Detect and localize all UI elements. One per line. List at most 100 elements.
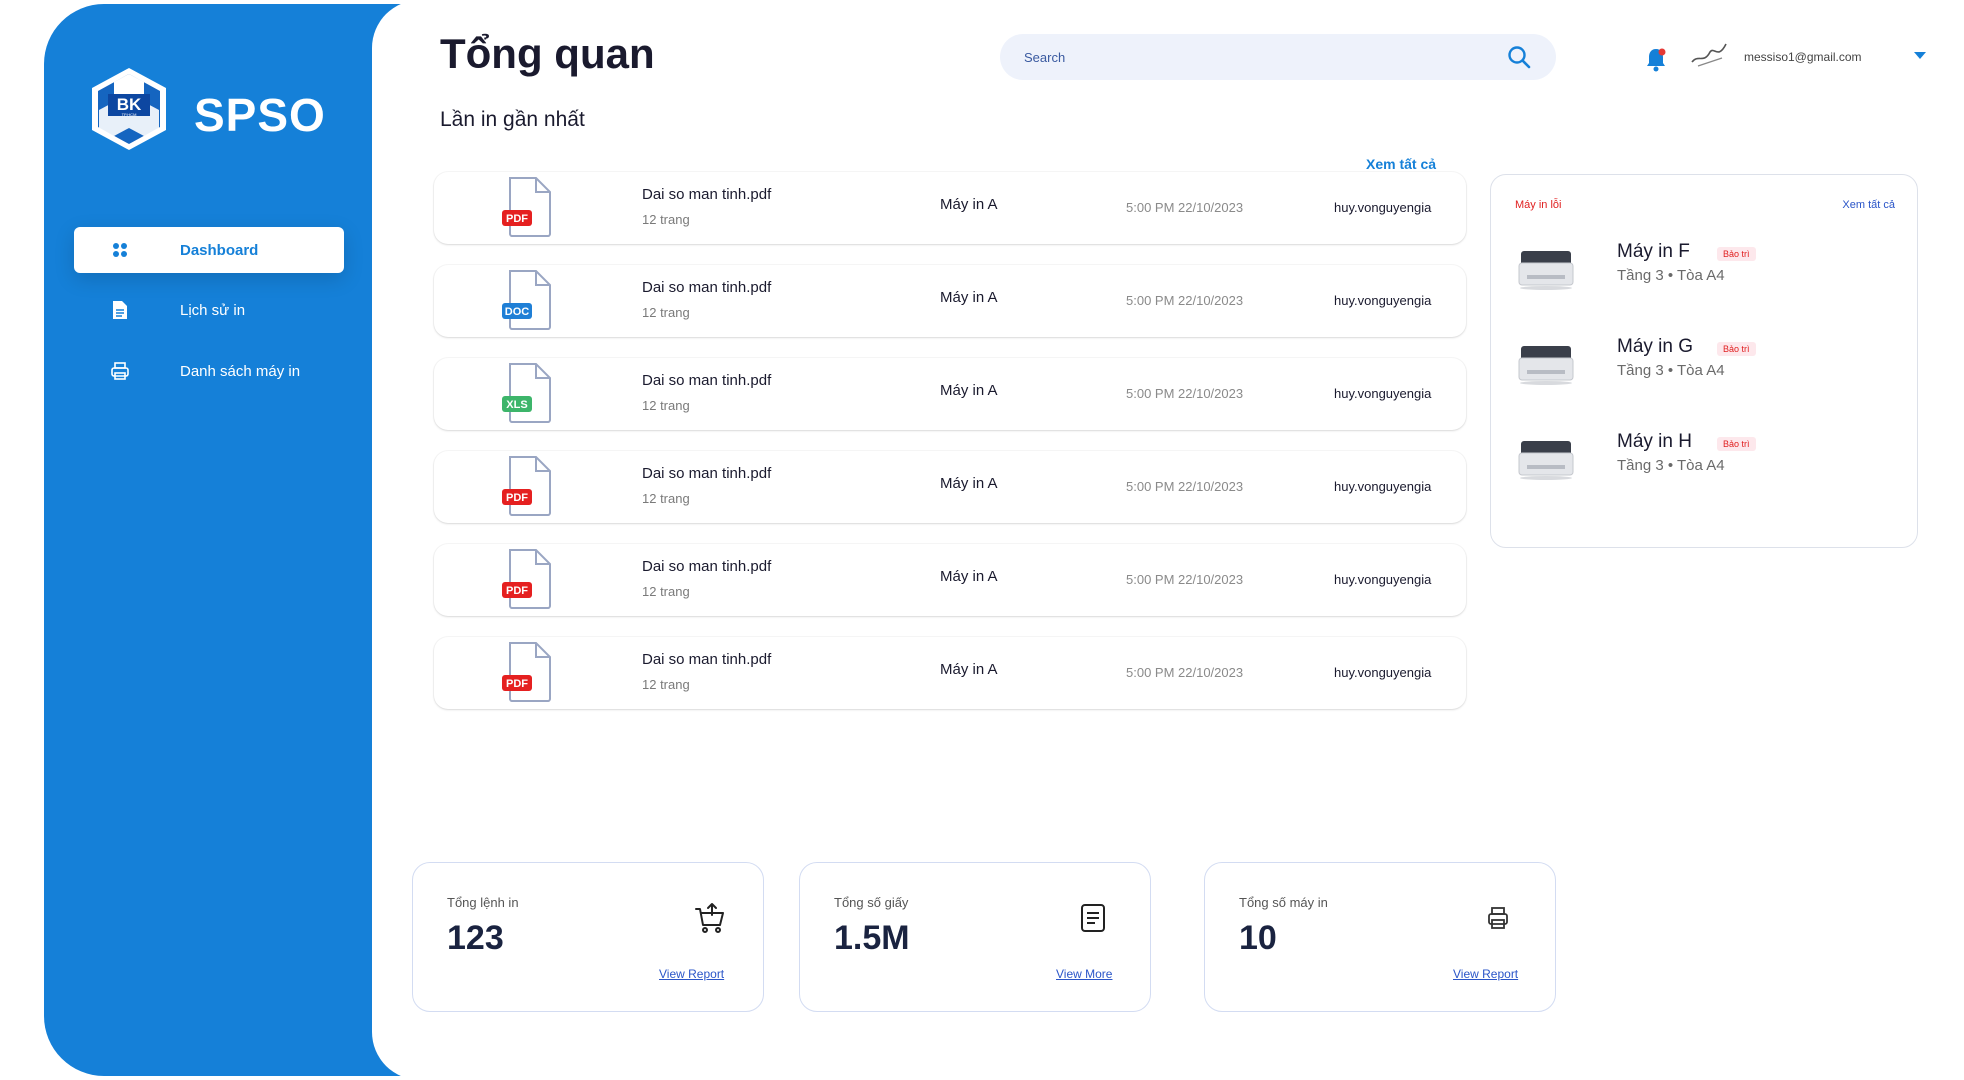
- page-count: 12 trang: [642, 677, 690, 692]
- file-name: Dai so man tinh.pdf: [642, 465, 772, 482]
- stat-value: 1.5M: [834, 919, 910, 957]
- printer-name: Máy in A: [940, 382, 998, 399]
- bell-icon[interactable]: [1644, 46, 1668, 72]
- sidebar-item-label: Danh sách máy in: [180, 362, 301, 380]
- file-pdf-icon: PDF: [502, 642, 551, 702]
- print-time: 5:00 PM 22/10/2023: [1126, 479, 1244, 494]
- table-row[interactable]: XLS Dai so man tinh.pdf 12 trang Máy in A 5:…: [434, 358, 1466, 430]
- table-row[interactable]: PDF Dai so man tinh.pdf 12 trang Máy in A 5:…: [434, 451, 1466, 523]
- see-all-recent-link[interactable]: Xem tất cả: [1366, 156, 1436, 172]
- printer-name: Máy in A: [940, 475, 998, 492]
- file-name: Dai so man tinh.pdf: [642, 279, 772, 296]
- error-printer-item[interactable]: Máy in F Bảo trì Tầng 3 • Tòa A4: [1517, 241, 1897, 301]
- brand-name: SPSO: [194, 89, 326, 141]
- stat-card-printers: Tổng số máy in 10 View Report: [1204, 862, 1556, 1012]
- paper-icon: [1081, 904, 1105, 932]
- print-user: huy.vonguyengia: [1334, 479, 1432, 494]
- printer-name: Máy in A: [940, 289, 998, 306]
- stat-label: Tổng số máy in: [1239, 895, 1328, 910]
- printer-name: Máy in A: [940, 196, 998, 213]
- printer-name: Máy in G: [1617, 336, 1694, 357]
- print-time: 5:00 PM 22/10/2023: [1126, 293, 1244, 308]
- table-row[interactable]: DOC Dai so man tinh.pdf 12 trang Máy in A 5:…: [434, 265, 1466, 337]
- page-count: 12 trang: [642, 212, 690, 227]
- stat-card-print-jobs: Tổng lệnh in 123 View Report: [412, 862, 764, 1012]
- error-panel-title: Máy in lỗi: [1515, 199, 1562, 211]
- cart-icon: [695, 903, 724, 933]
- chevron-down-icon[interactable]: [1914, 52, 1926, 60]
- file-pdf-icon: PDF: [502, 456, 551, 516]
- sidebar-item-printers[interactable]: Danh sách máy in: [74, 348, 344, 394]
- status-badge: Bảo trì: [1717, 247, 1756, 261]
- print-user: huy.vonguyengia: [1334, 386, 1432, 401]
- view-more-link[interactable]: View More: [1056, 967, 1112, 981]
- view-report-link[interactable]: View Report: [1453, 967, 1518, 981]
- stat-card-paper: Tổng số giấy 1.5M View More: [799, 862, 1151, 1012]
- printer-image: [1518, 346, 1574, 385]
- search-input[interactable]: [1024, 49, 1506, 65]
- file-type-label: PDF: [506, 585, 528, 597]
- error-printer-item[interactable]: Máy in H Bảo trì Tầng 3 • Tòa A4: [1517, 431, 1897, 491]
- printer-name: Máy in F: [1617, 241, 1690, 262]
- status-badge: Bảo trì: [1717, 342, 1756, 356]
- printer-icon: [110, 361, 130, 381]
- sidebar-item-history[interactable]: Lịch sử in: [74, 287, 344, 333]
- file-type-label: PDF: [506, 213, 528, 225]
- file-name: Dai so man tinh.pdf: [642, 651, 772, 668]
- print-user: huy.vonguyengia: [1334, 572, 1432, 587]
- avatar[interactable]: [1688, 38, 1732, 74]
- table-row[interactable]: PDF Dai so man tinh.pdf 12 trang Máy in A 5:…: [434, 172, 1466, 244]
- print-time: 5:00 PM 22/10/2023: [1126, 665, 1244, 680]
- logo-icon: BK TP.HCM: [92, 68, 166, 150]
- file-name: Dai so man tinh.pdf: [642, 558, 772, 575]
- printer-location: Tầng 3 • Tòa A4: [1617, 457, 1725, 474]
- file-name: Dai so man tinh.pdf: [642, 372, 772, 389]
- section-title: Lần in gần nhất: [440, 108, 585, 131]
- search-bar: [1000, 34, 1556, 80]
- printer-name: Máy in A: [940, 568, 998, 585]
- stat-label: Tổng lệnh in: [447, 895, 519, 910]
- printer-name: Máy in A: [940, 661, 998, 678]
- print-time: 5:00 PM 22/10/2023: [1126, 200, 1244, 215]
- sidebar-item-dashboard[interactable]: Dashboard: [74, 227, 344, 273]
- file-type-label: PDF: [506, 678, 528, 690]
- logo-subtext: TP.HCM: [122, 112, 137, 117]
- printer-icon: [1488, 907, 1508, 929]
- error-printers-panel: Máy in lỗi Xem tất cả Máy in F Bảo trì Tần…: [1490, 174, 1918, 548]
- user-email[interactable]: messiso1@gmail.com: [1744, 50, 1862, 64]
- printer-image: [1518, 441, 1574, 480]
- file-pdf-icon: PDF: [502, 549, 551, 609]
- file-pdf-icon: PDF: [502, 177, 551, 237]
- stat-value: 10: [1239, 919, 1277, 957]
- stat-label: Tổng số giấy: [834, 895, 909, 910]
- see-all-errors-link[interactable]: Xem tất cả: [1842, 199, 1895, 211]
- printer-name: Máy in H: [1617, 431, 1692, 452]
- sidebar-item-label: Lịch sử in: [180, 301, 246, 319]
- document-icon: [110, 300, 130, 320]
- print-user: huy.vonguyengia: [1334, 293, 1432, 308]
- page-count: 12 trang: [642, 305, 690, 320]
- page-count: 12 trang: [642, 398, 690, 413]
- table-row[interactable]: PDF Dai so man tinh.pdf 12 trang Máy in A 5:…: [434, 637, 1466, 709]
- error-printer-item[interactable]: Máy in G Bảo trì Tầng 3 • Tòa A4: [1517, 336, 1897, 396]
- table-row[interactable]: PDF Dai so man tinh.pdf 12 trang Máy in A 5:…: [434, 544, 1466, 616]
- stat-value: 123: [447, 919, 504, 957]
- print-user: huy.vonguyengia: [1334, 200, 1432, 215]
- sidebar: [44, 4, 424, 1076]
- printer-location: Tầng 3 • Tòa A4: [1617, 362, 1725, 379]
- print-time: 5:00 PM 22/10/2023: [1126, 386, 1244, 401]
- file-type-label: XLS: [506, 399, 527, 411]
- print-time: 5:00 PM 22/10/2023: [1126, 572, 1244, 587]
- file-type-label: DOC: [505, 306, 530, 318]
- search-icon[interactable]: [1506, 44, 1532, 70]
- printer-image: [1518, 251, 1574, 290]
- app-frame: BK TP.HCM SPSO Dashboard Lịch sử in Danh…: [0, 0, 1964, 1080]
- file-name: Dai so man tinh.pdf: [642, 186, 772, 203]
- page-count: 12 trang: [642, 584, 690, 599]
- file-xls-icon: XLS: [502, 363, 551, 423]
- status-badge: Bảo trì: [1717, 437, 1756, 451]
- print-user: huy.vonguyengia: [1334, 665, 1432, 680]
- dashboard-icon: [110, 240, 130, 260]
- view-report-link[interactable]: View Report: [659, 967, 724, 981]
- page-title: Tổng quan: [440, 30, 655, 77]
